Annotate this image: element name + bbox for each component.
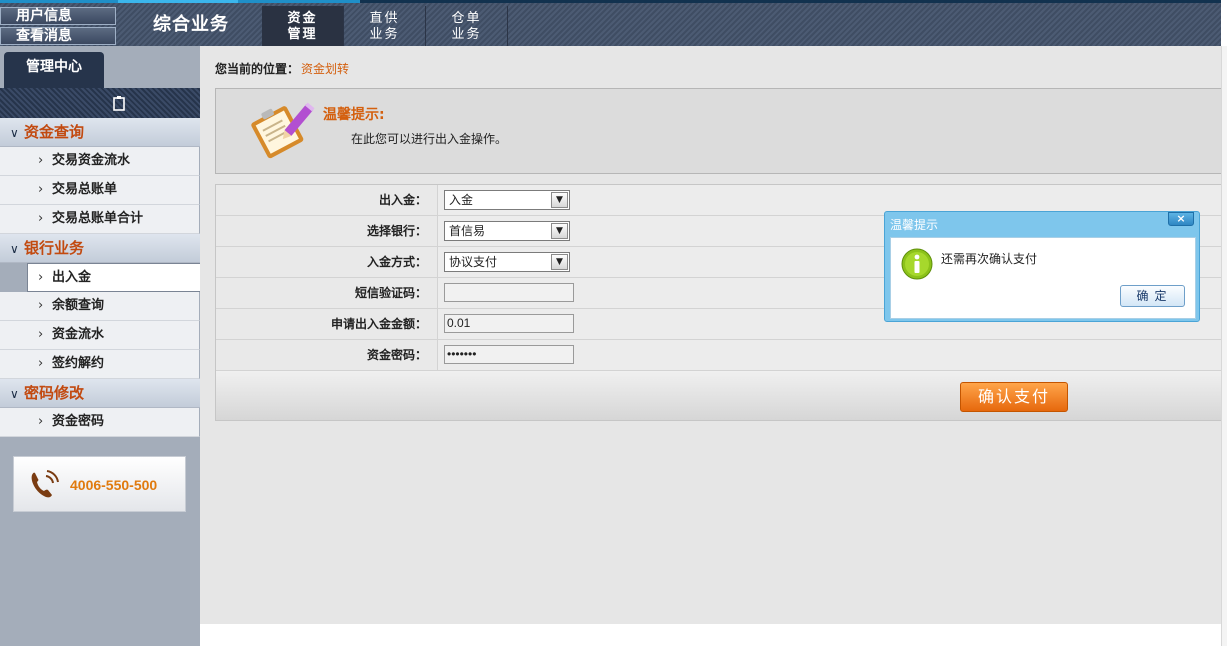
tab-direct-supply[interactable]: 直供 业务: [344, 6, 426, 46]
form-actions: 确认支付: [216, 371, 1224, 420]
sms-code-input[interactable]: [444, 283, 574, 302]
chevron-right-icon: ›: [38, 327, 44, 342]
chevron-right-icon: ›: [38, 182, 44, 197]
main-content: 您当前的位置： 资金划转 温馨提示: 在此您可以进行出入金操作。 出入金： 入金…: [200, 46, 1225, 624]
item-label: 交易总账单: [52, 182, 118, 197]
hotline-box: 4006-550-500: [13, 456, 186, 512]
tab-label-line2: 业务: [369, 27, 400, 42]
breadcrumb-current[interactable]: 资金划转: [301, 62, 349, 76]
sidebar-menu: ∨ 资金查询 › 交易资金流水 › 交易总账单 › 交易总账单合计 ∨ 银行业务 › 出入金…: [0, 118, 200, 437]
select-value: 首信易: [449, 224, 486, 238]
chevron-down-icon[interactable]: ▼: [551, 192, 568, 208]
close-icon[interactable]: ×: [1168, 212, 1194, 226]
sidebar-item-fund-password[interactable]: › 资金密码: [0, 408, 200, 437]
chevron-down-icon: ∨: [10, 387, 19, 401]
sidebar-item-trade-ledger-total[interactable]: › 交易总账单合计: [0, 205, 200, 234]
sidebar-item-fund-flow[interactable]: › 资金流水: [0, 321, 200, 350]
tip-title: 温馨提示:: [323, 107, 385, 123]
scrollbar[interactable]: [1221, 46, 1227, 646]
tip-text: 在此您可以进行出入金操作。: [351, 132, 508, 146]
form-label: 资金密码：: [216, 340, 438, 370]
item-label: 交易总账单合计: [52, 211, 144, 226]
sidebar-item-trade-fund-flow[interactable]: › 交易资金流水: [0, 147, 200, 176]
menu-group-password-change[interactable]: ∨ 密码修改: [0, 379, 200, 408]
alert-dialog: 温馨提示 × 还需再次确认支付 确定: [884, 211, 1200, 322]
select-value: 入金: [449, 193, 474, 207]
ok-button[interactable]: 确定: [1120, 285, 1185, 307]
dialog-title: 温馨提示: [890, 218, 939, 232]
form-label: 选择银行：: [216, 216, 438, 246]
chevron-right-icon: ›: [38, 270, 44, 285]
sidebar-toolbar: [0, 88, 200, 118]
tab-label-line1: 资金: [287, 11, 318, 26]
chevron-right-icon: ›: [38, 414, 44, 429]
hotline-number: 4006-550-500: [70, 477, 158, 493]
chevron-right-icon: ›: [38, 356, 44, 371]
group-label: 银行业务: [24, 239, 85, 257]
tip-panel: 温馨提示: 在此您可以进行出入金操作。: [215, 88, 1225, 174]
bank-select[interactable]: 首信易 ▼: [444, 221, 570, 241]
item-label: 资金流水: [52, 327, 105, 342]
accent-strip: [118, 0, 238, 3]
clipboard-icon[interactable]: [112, 95, 126, 115]
chevron-down-icon[interactable]: ▼: [551, 254, 568, 270]
sidebar-item-sign-contract[interactable]: › 签约解约: [0, 350, 200, 379]
info-icon: [901, 248, 933, 280]
phone-icon: [26, 467, 62, 503]
tab-label-line2: 业务: [451, 27, 482, 42]
group-label: 密码修改: [24, 384, 85, 402]
management-center-tab[interactable]: 管理中心: [4, 52, 104, 88]
breadcrumb: 您当前的位置： 资金划转: [215, 60, 349, 77]
tab-label-line1: 仓单: [451, 11, 482, 26]
menu-group-bank-business[interactable]: ∨ 银行业务: [0, 234, 200, 263]
main-footer-area: [200, 624, 1221, 646]
confirm-pay-button[interactable]: 确认支付: [960, 382, 1068, 412]
brand-title: 综合业务: [153, 14, 229, 35]
item-label: 资金密码: [52, 414, 105, 429]
form-label: 申请出入金金额：: [216, 309, 438, 339]
dialog-message: 还需再次确认支付: [941, 252, 1038, 266]
breadcrumb-prefix: 您当前的位置：: [215, 62, 300, 76]
sidebar: 管理中心 ∨ 资金查询 › 交易资金流水 › 交易总账单 › 交易总账单合计 ∨ 银行业务…: [0, 46, 200, 646]
chevron-right-icon: ›: [38, 298, 44, 313]
chevron-right-icon: ›: [38, 211, 44, 226]
dialog-body: 还需再次确认支付 确定: [890, 237, 1196, 319]
chevron-right-icon: ›: [38, 153, 44, 168]
direction-select[interactable]: 入金 ▼: [444, 190, 570, 210]
amount-input[interactable]: 0.01: [444, 314, 574, 333]
clipboard-pencil-icon: [244, 97, 316, 163]
item-label: 余额查询: [52, 298, 105, 313]
tab-fund-management[interactable]: 资金 管理: [262, 6, 344, 46]
deposit-method-select[interactable]: 协议支付 ▼: [444, 252, 570, 272]
tab-warehouse-receipt[interactable]: 仓单 业务: [426, 6, 508, 46]
chevron-down-icon: ∨: [10, 126, 19, 140]
form-label: 出入金：: [216, 185, 438, 215]
sidebar-item-balance-query[interactable]: › 余额查询: [0, 292, 200, 321]
accent-strip-dark: [360, 0, 1221, 3]
group-label: 资金查询: [24, 123, 85, 141]
fund-password-input[interactable]: •••••••: [444, 345, 574, 364]
sidebar-item-deposit-withdraw[interactable]: › 出入金: [27, 263, 200, 292]
view-messages-button[interactable]: 查看消息: [0, 27, 116, 45]
form-label: 入金方式：: [216, 247, 438, 277]
item-label: 交易资金流水: [52, 153, 131, 168]
form-row: 资金密码： •••••••: [216, 340, 1224, 371]
tab-label-line1: 直供: [369, 11, 400, 26]
chevron-down-icon[interactable]: ▼: [551, 223, 568, 239]
item-label: 出入金: [52, 270, 92, 285]
tab-label-line2: 管理: [287, 27, 318, 42]
form-label: 短信验证码：: [216, 278, 438, 308]
chevron-down-icon: ∨: [10, 242, 19, 256]
menu-group-fund-query[interactable]: ∨ 资金查询: [0, 118, 200, 147]
user-info-button[interactable]: 用户信息: [0, 7, 116, 25]
item-label: 签约解约: [52, 356, 105, 371]
select-value: 协议支付: [449, 255, 498, 269]
sidebar-item-trade-ledger[interactable]: › 交易总账单: [0, 176, 200, 205]
top-navigation-bar: 用户信息 查看消息 综合业务 资金 管理 直供 业务 仓单 业务: [0, 0, 1221, 46]
sidebar-tab-row: 管理中心: [0, 46, 200, 88]
